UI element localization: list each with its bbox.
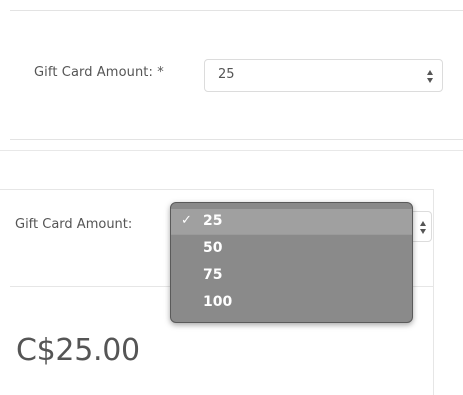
dropdown-option-25[interactable]: ✓ 25 [171,209,412,235]
option-label: 100 [203,294,233,310]
dropdown-option-50[interactable]: 50 [171,236,412,262]
gift-card-amount-label: Gift Card Amount: * [34,65,164,80]
gift-card-amount-label-expanded: Gift Card Amount: [15,217,133,232]
option-label: 75 [203,267,223,283]
gift-card-amount-select[interactable]: 25 [204,59,443,92]
gift-card-amount-value: 25 [218,67,235,82]
dropdown-option-100[interactable]: 100 [171,290,412,316]
dropdown-option-75[interactable]: 75 [171,263,412,289]
gift-card-price: C$25.00 [16,333,140,368]
section-divider [0,150,463,151]
gift-card-amount-dropdown[interactable]: ✓ 25 50 75 100 [170,202,413,323]
up-down-chevron-icon [419,221,427,235]
option-label: 50 [203,240,223,256]
up-down-chevron-icon [426,70,434,84]
option-label: 25 [203,213,223,229]
checkmark-icon: ✓ [181,213,192,228]
form-divider [10,139,463,140]
top-divider [10,10,463,11]
